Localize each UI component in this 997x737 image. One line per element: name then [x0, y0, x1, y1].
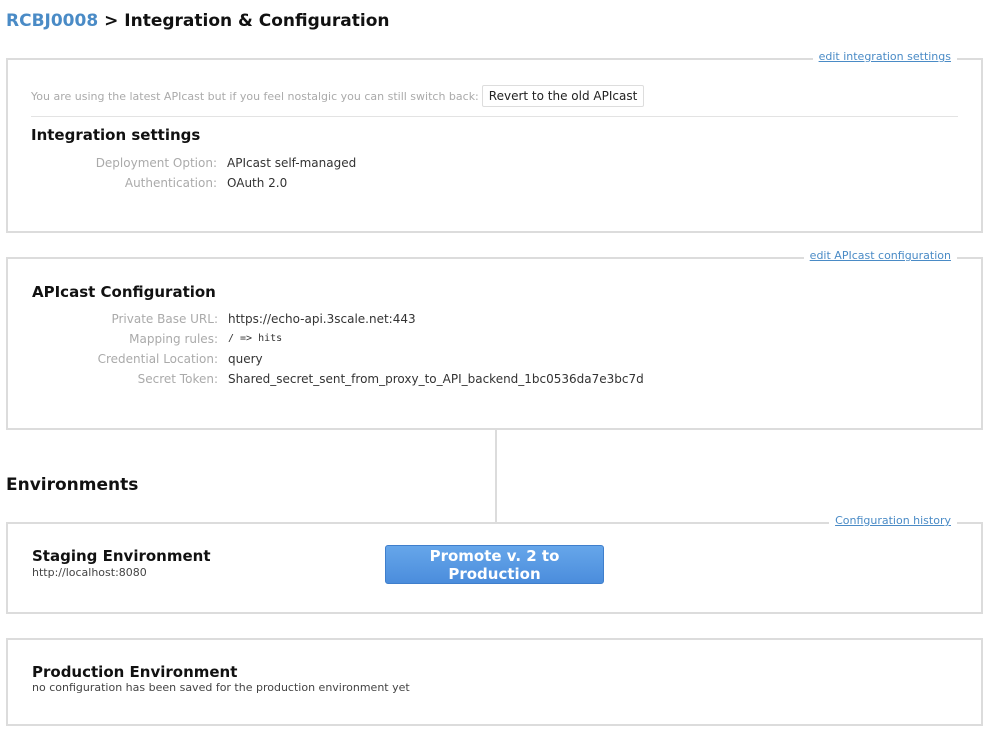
environments-heading: Environments: [6, 475, 139, 495]
authentication-value: OAuth 2.0: [227, 176, 288, 190]
revert-old-apicast-button[interactable]: Revert to the old APIcast: [481, 85, 645, 107]
page: RCBJ0008 > Integration & Configuration e…: [0, 0, 997, 737]
private-base-url-value: https://echo-api.3scale.net:443: [228, 312, 416, 326]
title-separator: >: [104, 11, 119, 31]
edit-integration-settings-link[interactable]: edit integration settings: [812, 50, 957, 63]
secret-token-label: Secret Token:: [137, 372, 218, 386]
service-name-link[interactable]: RCBJ0008: [6, 11, 98, 31]
promote-to-production-button[interactable]: Promote v. 2 to Production: [385, 545, 604, 584]
divider: [31, 116, 958, 117]
integration-settings-panel: edit integration settings You are using …: [6, 50, 983, 233]
deployment-option-value: APIcast self-managed: [227, 156, 357, 170]
staging-environment-title: Staging Environment: [32, 547, 211, 565]
apicast-configuration-heading: APIcast Configuration: [32, 283, 216, 301]
production-environment-title: Production Environment: [32, 663, 238, 681]
configuration-history-link[interactable]: Configuration history: [829, 514, 957, 527]
apicast-configuration-panel: edit APIcast configuration APIcast Confi…: [6, 249, 983, 430]
authentication-label: Authentication:: [124, 176, 217, 190]
title-text: Integration & Configuration: [124, 11, 390, 31]
integration-settings-heading: Integration settings: [31, 126, 201, 144]
credential-location-value: query: [228, 352, 263, 366]
connector-line: [495, 429, 497, 523]
staging-environment-url: http://localhost:8080: [32, 566, 147, 579]
deployment-option-label: Deployment Option:: [95, 156, 217, 170]
integration-settings-list: Deployment Option: APIcast self-managed …: [31, 156, 357, 190]
edit-apicast-configuration-link[interactable]: edit APIcast configuration: [803, 249, 957, 262]
mapping-rules-value: / => hits: [228, 333, 283, 344]
secret-token-value: Shared_secret_sent_from_proxy_to_API_bac…: [228, 372, 644, 386]
notice-text: You are using the latest APIcast but if …: [31, 89, 479, 103]
mapping-rules-label: Mapping rules:: [129, 332, 218, 346]
apicast-version-notice: You are using the latest APIcast but if …: [31, 85, 645, 107]
apicast-configuration-list: Private Base URL: https://echo-api.3scal…: [32, 312, 644, 386]
staging-environment-panel: Configuration history Staging Environmen…: [6, 514, 983, 614]
production-environment-panel: Production Environment no configuration …: [6, 638, 983, 726]
page-title: RCBJ0008 > Integration & Configuration: [6, 11, 390, 31]
production-environment-status: no configuration has been saved for the …: [32, 681, 410, 694]
private-base-url-label: Private Base URL:: [111, 312, 218, 326]
credential-location-label: Credential Location:: [97, 352, 218, 366]
